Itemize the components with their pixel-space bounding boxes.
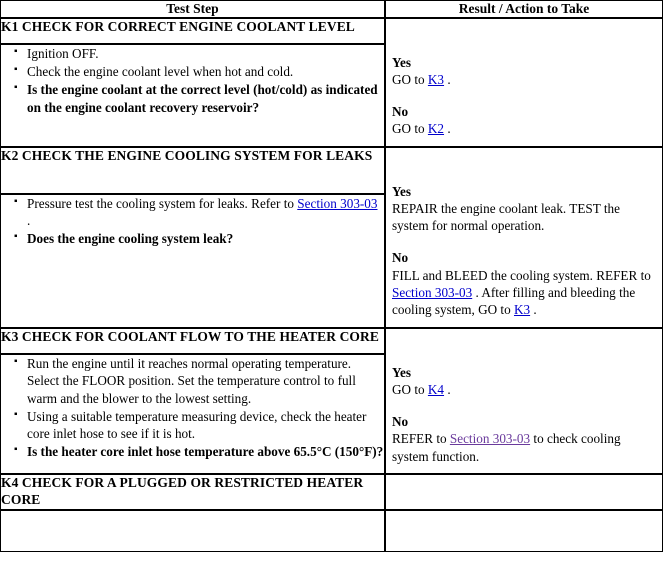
goto-prefix-k3-yes: GO to xyxy=(392,381,428,397)
branch-gap-k3 xyxy=(392,398,656,413)
result-yes-text-k3: GO to K4 . xyxy=(392,381,656,398)
refer-prefix-k2-no: FILL and BLEED the cooling system. REFER… xyxy=(392,267,651,283)
bullet-text-k2-1: Pressure test the cooling system for lea… xyxy=(27,195,298,211)
result-yes-label-k3: Yes xyxy=(392,364,412,380)
result-cell-k1: Yes GO to K3 . No GO to K2 . xyxy=(385,17,663,147)
result-cell-k4-body xyxy=(385,509,663,552)
bullet-list-k1: Ignition OFF. Check the engine coolant l… xyxy=(1,44,384,116)
result-no-text-k3: REFER to Section 303-03 to check cooling… xyxy=(392,430,656,465)
step-title-row-k2: K2 CHECK THE ENGINE COOLING SYSTEM FOR L… xyxy=(0,146,663,328)
refer-prefix-k3-no: REFER to xyxy=(392,431,450,447)
link-k3-from-k1-yes[interactable]: K3 xyxy=(428,72,444,87)
branch-gap-k2 xyxy=(392,234,656,249)
list-item: Does the engine cooling system leak? xyxy=(14,229,384,247)
link-section-303-03-from-k3-no[interactable]: Section 303-03 xyxy=(450,431,530,446)
link-section-303-03-from-k2-no[interactable]: Section 303-03 xyxy=(392,285,472,300)
step-body-row-k4 xyxy=(0,509,663,552)
spacer-top2-k3 xyxy=(392,349,656,364)
step-title-row-k3: K3 CHECK FOR COOLANT FLOW TO THE HEATER … xyxy=(0,327,663,475)
result-no-text-k1: GO to K2 . xyxy=(392,120,656,137)
bullet-list-k3: Run the engine until it reaches normal o… xyxy=(1,354,384,461)
column-header-result-action: Result / Action to Take xyxy=(385,0,663,18)
list-item: Check the engine coolant level when hot … xyxy=(14,62,384,80)
step-body-k2: Pressure test the cooling system for lea… xyxy=(0,193,385,328)
branch-gap-k1 xyxy=(392,88,656,103)
column-header-test-step: Test Step xyxy=(0,0,385,18)
spacer-top2-k1 xyxy=(392,39,656,54)
step-title-k2: K2 CHECK THE ENGINE COOLING SYSTEM FOR L… xyxy=(0,146,385,194)
list-item: Pressure test the cooling system for lea… xyxy=(14,194,384,230)
link-k3-from-k2-no[interactable]: K3 xyxy=(514,302,530,317)
list-item: Run the engine until it reaches normal o… xyxy=(14,354,384,407)
goto-suffix-k1-no: . xyxy=(444,121,451,137)
goto-prefix-k1-no: GO to xyxy=(392,121,428,137)
result-cell-k4 xyxy=(385,474,663,510)
spacer-top2-k2 xyxy=(392,168,656,183)
result-no-label-k3: No xyxy=(392,414,409,430)
goto-suffix-k1-yes: . xyxy=(444,71,451,87)
result-no-label-k1: No xyxy=(392,104,409,120)
refer-suffix-k2-no: . xyxy=(530,302,537,318)
step-title-k1: K1 CHECK FOR CORRECT ENGINE COOLANT LEVE… xyxy=(0,17,385,44)
step-body-k1: Ignition OFF. Check the engine coolant l… xyxy=(0,44,385,147)
step-title-k4: K4 CHECK FOR A PLUGGED OR RESTRICTED HEA… xyxy=(0,474,385,510)
bullet-suffix-k2-1: . xyxy=(27,212,31,228)
step-body-k4 xyxy=(0,509,385,552)
bullet-list-k2: Pressure test the cooling system for lea… xyxy=(1,194,384,248)
result-yes-label-k1: Yes xyxy=(392,54,412,70)
goto-prefix-k1-yes: GO to xyxy=(392,71,428,87)
step-title-k3: K3 CHECK FOR COOLANT FLOW TO THE HEATER … xyxy=(0,327,385,355)
diagnostic-procedure-table: Test Step Result / Action to Take K1 CHE… xyxy=(0,0,663,552)
result-yes-text-k1: GO to K3 . xyxy=(392,71,656,88)
table-header-row: Test Step Result / Action to Take xyxy=(0,0,663,18)
link-k2-from-k1-no[interactable]: K2 xyxy=(428,121,444,136)
list-item: Is the engine coolant at the correct lev… xyxy=(14,80,384,116)
list-item: Is the heater core inlet hose temperatur… xyxy=(14,442,384,460)
result-cell-k2: Yes REPAIR the engine coolant leak. TEST… xyxy=(385,146,663,328)
result-yes-label-k2: Yes xyxy=(392,183,412,199)
list-item: Ignition OFF. xyxy=(14,44,384,62)
spacer-top-k2 xyxy=(392,153,656,168)
result-no-text-k2: FILL and BLEED the cooling system. REFER… xyxy=(392,267,656,319)
step-body-k3: Run the engine until it reaches normal o… xyxy=(0,354,385,475)
link-section-303-03-k2[interactable]: Section 303-03 xyxy=(297,196,377,211)
spacer-top-k1 xyxy=(392,24,656,39)
goto-suffix-k3-yes: . xyxy=(444,381,451,397)
result-yes-text-k2: REPAIR the engine coolant leak. TEST the… xyxy=(392,200,620,234)
link-k4-from-k3-yes[interactable]: K4 xyxy=(428,382,444,397)
spacer-top-k3 xyxy=(392,334,656,349)
list-item: Using a suitable temperature measuring d… xyxy=(14,407,384,443)
result-cell-k3: Yes GO to K4 . No REFER to Section 303-0… xyxy=(385,327,663,475)
result-no-label-k2: No xyxy=(392,250,409,266)
step-title-row-k4: K4 CHECK FOR A PLUGGED OR RESTRICTED HEA… xyxy=(0,474,663,510)
step-title-row-k1: K1 CHECK FOR CORRECT ENGINE COOLANT LEVE… xyxy=(0,17,663,147)
